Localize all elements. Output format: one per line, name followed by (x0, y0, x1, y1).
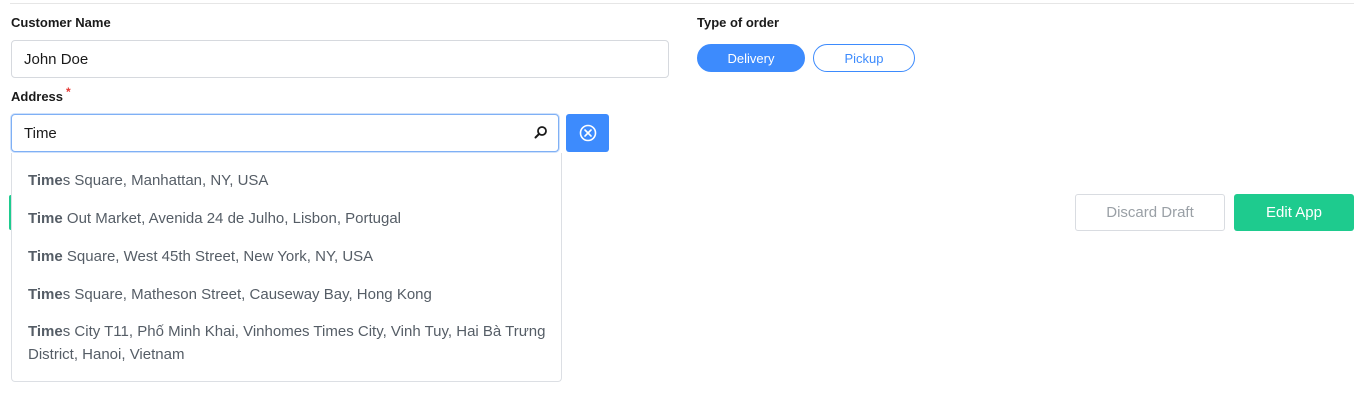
suggestion-match: Time (28, 286, 63, 303)
suggestion-item[interactable]: Times Square, Matheson Street, Causeway … (28, 283, 553, 306)
suggestion-rest: s Square, Manhattan, NY, USA (62, 172, 269, 189)
address-suggestions-dropdown: Times Square, Manhattan, NY, USA Time Ou… (11, 153, 562, 382)
top-divider (10, 3, 1354, 4)
suggestion-rest: Out Market, Avenida 24 de Julho, Lisbon,… (62, 210, 402, 227)
customer-name-input[interactable]: John Doe (11, 40, 669, 78)
suggestion-rest: s City T11, Phố Minh Khai, Vinhomes Time… (28, 323, 546, 363)
address-input-value: Time (24, 124, 57, 142)
suggestion-match: Time (28, 210, 63, 227)
address-search-input[interactable]: Time (11, 114, 559, 152)
delivery-toggle-button[interactable]: Delivery (697, 44, 805, 72)
suggestion-item[interactable]: Time Square, West 45th Street, New York,… (28, 245, 553, 268)
suggestion-rest: s Square, Matheson Street, Causeway Bay,… (62, 286, 432, 303)
clear-circle-x-icon (579, 124, 596, 142)
suggestion-rest: Square, West 45th Street, New York, NY, … (62, 248, 374, 265)
suggestion-match: Time (28, 172, 63, 189)
order-form-page: Customer Name John Doe Type of order Del… (0, 0, 1366, 400)
customer-name-label: Customer Name (11, 15, 111, 30)
customer-name-value: John Doe (24, 50, 89, 68)
edit-app-button[interactable]: Edit App (1234, 194, 1354, 231)
suggestion-item[interactable]: Time Out Market, Avenida 24 de Julho, Li… (28, 207, 553, 230)
required-marker: * (66, 85, 71, 99)
address-label: Address * (11, 85, 71, 104)
pickup-toggle-button[interactable]: Pickup (813, 44, 915, 72)
discard-draft-button[interactable]: Discard Draft (1075, 194, 1225, 231)
clear-address-button[interactable] (566, 114, 609, 152)
search-icon[interactable] (534, 125, 548, 139)
suggestion-match: Time (28, 248, 63, 265)
suggestion-item[interactable]: Times City T11, Phố Minh Khai, Vinhomes … (28, 320, 553, 366)
order-type-label: Type of order (697, 15, 780, 30)
suggestion-item[interactable]: Times Square, Manhattan, NY, USA (28, 169, 553, 192)
address-label-text: Address (11, 89, 64, 104)
suggestion-match: Time (28, 323, 63, 340)
